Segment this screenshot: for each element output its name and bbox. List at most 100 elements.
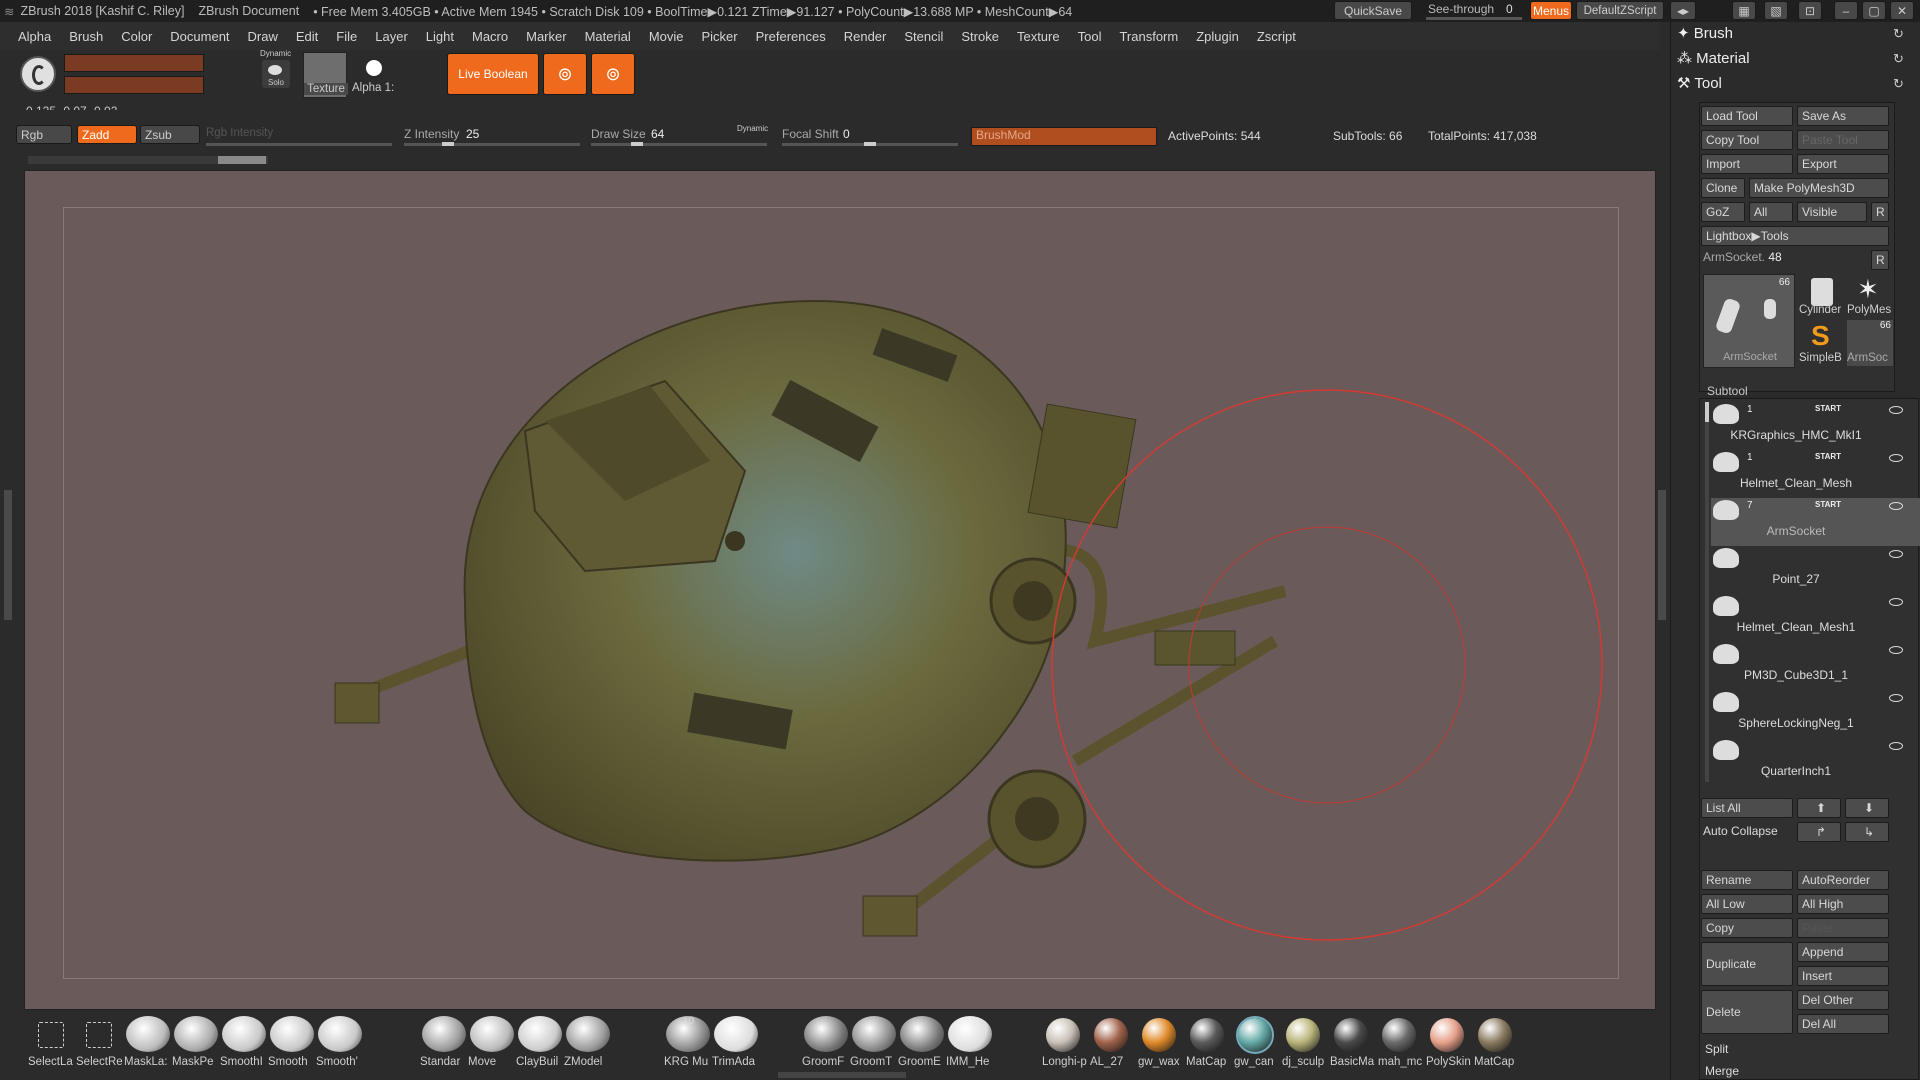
visibility-eye-icon[interactable] — [1889, 550, 1903, 558]
subtool-item[interactable]: 1 START Helmet_Clean_Mesh — [1711, 450, 1920, 498]
brush-slot-10[interactable]: ZModel — [564, 1016, 612, 1076]
material-slot-7[interactable]: mah_mc — [1376, 1016, 1424, 1076]
left-tray-toggle[interactable] — [4, 490, 12, 620]
material-slot-0[interactable]: Longhi-p — [1040, 1016, 1088, 1076]
list-all-button[interactable]: List All — [1701, 798, 1793, 818]
z-intensity-slider[interactable] — [404, 142, 580, 146]
subtool-item[interactable]: 7 START ArmSocket — [1711, 498, 1920, 546]
brush-slot-9[interactable]: ClayBuil — [516, 1016, 564, 1076]
goz-visible-button[interactable]: Visible — [1797, 202, 1867, 222]
paste-tool-button[interactable]: Paste Tool — [1797, 130, 1889, 150]
visibility-eye-icon[interactable] — [1889, 694, 1903, 702]
material-slot-1[interactable]: AL_27 — [1088, 1016, 1136, 1076]
helmet-model[interactable] — [25, 171, 1657, 1011]
move-out-icon[interactable]: ↱ — [1797, 822, 1841, 842]
brush-slot-14[interactable]: GroomT — [850, 1016, 898, 1076]
menu-stencil[interactable]: Stencil — [895, 29, 952, 44]
menu-zscript[interactable]: Zscript — [1248, 29, 1305, 44]
material-slot-2[interactable]: gw_wax — [1136, 1016, 1184, 1076]
brush-slot-7[interactable]: Standar — [420, 1016, 468, 1076]
armsocket-tool-thumb[interactable]: 66 ArmSoc — [1847, 320, 1893, 366]
armsocket-r-button[interactable]: R — [1871, 250, 1889, 270]
menu-document[interactable]: Document — [161, 29, 238, 44]
minimize-icon[interactable]: – — [1834, 1, 1858, 20]
menu-stroke[interactable]: Stroke — [952, 29, 1008, 44]
maximize-icon[interactable]: ▢ — [1862, 1, 1886, 20]
quicksave-button[interactable]: QuickSave — [1334, 1, 1412, 20]
menu-marker[interactable]: Marker — [517, 29, 575, 44]
visibility-eye-icon[interactable] — [1889, 598, 1903, 606]
subtool-item[interactable]: QuarterInch1 — [1711, 738, 1920, 786]
material-slot-6[interactable]: BasicMa — [1328, 1016, 1376, 1076]
layout-arrows-icon[interactable]: ◂▸ — [1670, 1, 1696, 20]
brush-slot-6[interactable]: Smooth' — [316, 1016, 364, 1076]
goz-all-button[interactable]: All — [1749, 202, 1793, 222]
projection-master-button[interactable] — [64, 54, 204, 72]
subtool-item[interactable]: SphereLockingNeg_1 — [1711, 690, 1920, 738]
cylinder-tool-thumb[interactable]: Cylinder — [1799, 274, 1845, 318]
import-button[interactable]: Import — [1701, 154, 1793, 174]
brushmod-slider[interactable]: BrushMod — [971, 127, 1157, 146]
menu-color[interactable]: Color — [112, 29, 161, 44]
menu-light[interactable]: Light — [417, 29, 463, 44]
rgb-intensity-slider[interactable] — [206, 143, 392, 146]
focal-shift-knob[interactable] — [864, 142, 876, 146]
visibility-eye-icon[interactable] — [1889, 502, 1903, 510]
brush-palette-header[interactable]: ✦ Brush — [1677, 24, 1733, 42]
subtool-item[interactable]: Helmet_Clean_Mesh1 — [1711, 594, 1920, 642]
brush-slot-12[interactable]: TrimAda — [712, 1016, 760, 1076]
make-polymesh-button[interactable]: Make PolyMesh3D — [1749, 178, 1889, 198]
visibility-eye-icon[interactable] — [1889, 646, 1903, 654]
brush-slot-3[interactable]: MaskPe — [172, 1016, 220, 1076]
menu-movie[interactable]: Movie — [640, 29, 693, 44]
subtool-item[interactable]: 1 START KRGraphics_HMC_MkI1 — [1711, 402, 1920, 450]
lock-icon[interactable]: ⊡ — [1798, 1, 1822, 20]
save-as-button[interactable]: Save As — [1797, 106, 1889, 126]
menu-macro[interactable]: Macro — [463, 29, 517, 44]
right-tray-toggle[interactable] — [1658, 490, 1666, 620]
shelf-scrollbar[interactable] — [28, 156, 268, 164]
menu-material[interactable]: Material — [576, 29, 640, 44]
all-low-button[interactable]: All Low — [1701, 894, 1793, 914]
subtool-title[interactable]: Subtool — [1707, 384, 1748, 398]
menu-transform[interactable]: Transform — [1110, 29, 1187, 44]
material-slot-3[interactable]: MatCap — [1184, 1016, 1232, 1076]
visibility-eye-icon[interactable] — [1889, 454, 1903, 462]
brush-slot-0[interactable]: SelectLa — [28, 1016, 76, 1076]
material-slot-9[interactable]: MatCap — [1472, 1016, 1520, 1076]
menu-texture[interactable]: Texture — [1008, 29, 1069, 44]
menus-button[interactable]: Menus — [1530, 1, 1572, 20]
zadd-button[interactable]: Zadd — [77, 125, 137, 144]
export-button[interactable]: Export — [1797, 154, 1889, 174]
visibility-eye-icon[interactable] — [1889, 406, 1903, 414]
subtool-item[interactable]: PM3D_Cube3D1_1 — [1711, 642, 1920, 690]
palette-layout-2-icon[interactable]: ▧ — [1764, 1, 1788, 20]
focal-shift-slider[interactable] — [782, 142, 958, 146]
armsocket-slider-label[interactable]: ArmSocket. 48 — [1703, 250, 1782, 264]
del-all-button[interactable]: Del All — [1797, 1014, 1889, 1034]
visibility-eye-icon[interactable] — [1889, 742, 1903, 750]
append-button[interactable]: Append — [1797, 942, 1889, 962]
refresh-icon[interactable]: ↻ — [1893, 26, 1904, 42]
paste-subtool-button[interactable]: Paste — [1797, 918, 1889, 938]
move-in-icon[interactable]: ↳ — [1845, 822, 1889, 842]
all-high-button[interactable]: All High — [1797, 894, 1889, 914]
refresh-icon[interactable]: ↻ — [1893, 51, 1904, 67]
menu-render[interactable]: Render — [835, 29, 896, 44]
brush-slot-5[interactable]: Smooth — [268, 1016, 316, 1076]
auto-collapse-label[interactable]: Auto Collapse — [1703, 824, 1778, 838]
subtool-item[interactable]: Point_27 — [1711, 546, 1920, 594]
material-palette-header[interactable]: ⁂ Material — [1677, 49, 1750, 67]
polymesh-tool-thumb[interactable]: ✶ PolyMes — [1847, 274, 1893, 318]
insert-button[interactable]: Insert — [1797, 966, 1889, 986]
menu-zplugin[interactable]: Zplugin — [1187, 29, 1248, 44]
move-down-arrow-icon[interactable]: ⬇ — [1845, 798, 1889, 818]
menu-alpha[interactable]: Alpha — [0, 29, 60, 44]
menu-draw[interactable]: Draw — [239, 29, 287, 44]
brush-slot-4[interactable]: SmoothI — [220, 1016, 268, 1076]
boolean-symmetry-s-icon[interactable]: ⊚ — [543, 53, 587, 95]
menu-layer[interactable]: Layer — [366, 29, 417, 44]
rename-button[interactable]: Rename — [1701, 870, 1793, 890]
texture-slot[interactable]: Texture — [303, 52, 348, 98]
live-boolean-button[interactable]: Live Boolean — [447, 53, 539, 95]
